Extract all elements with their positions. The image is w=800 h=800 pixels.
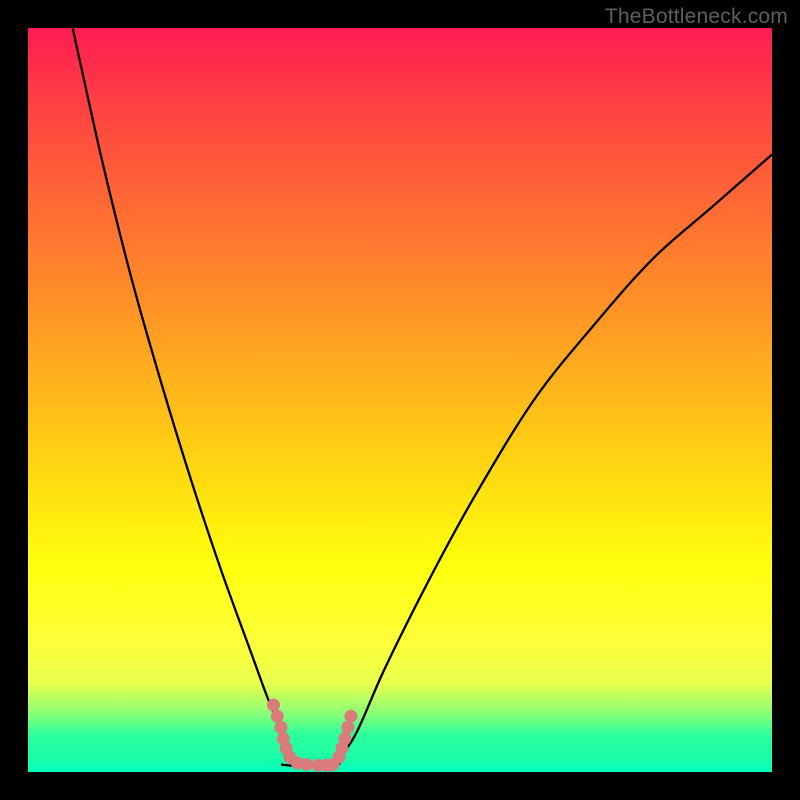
watermark-text: TheBottleneck.com <box>605 5 788 29</box>
trough-marker-dot <box>274 721 287 734</box>
trough-marker-dot <box>341 721 354 734</box>
trough-highlight-markers <box>267 699 357 772</box>
trough-marker-dot <box>301 758 314 771</box>
trough-marker-dot <box>338 732 351 745</box>
chart-frame: TheBottleneck.com <box>0 0 800 800</box>
left-branch-curve <box>73 28 296 766</box>
trough-marker-dot <box>267 699 280 712</box>
right-branch-curve <box>333 154 772 766</box>
trough-marker-dot <box>344 710 357 723</box>
trough-marker-dot <box>271 710 284 723</box>
chart-svg <box>28 28 772 772</box>
